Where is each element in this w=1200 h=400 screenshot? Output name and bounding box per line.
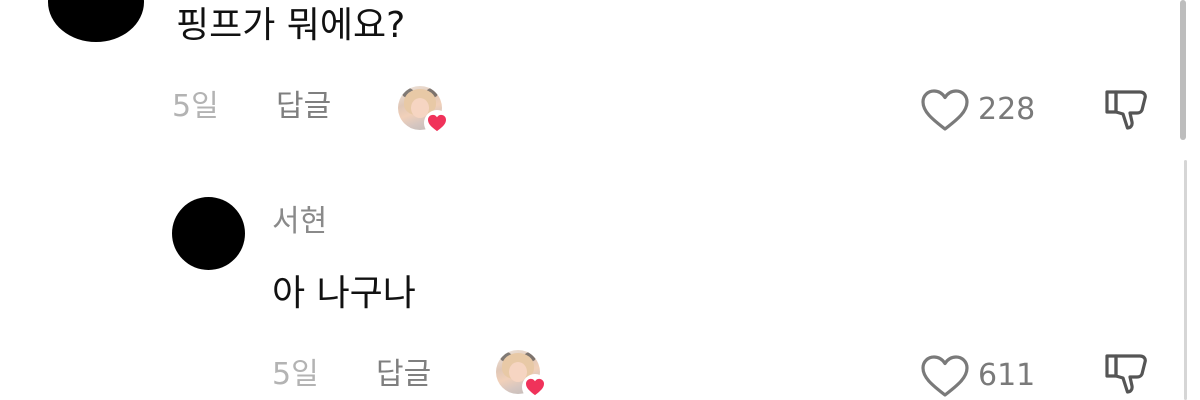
heart-outline-icon: [921, 89, 969, 131]
reply-like-count: 611: [978, 358, 1036, 393]
heart-outline-icon: [921, 355, 969, 397]
reply-comment-time: 5일: [272, 357, 319, 392]
reply-reply-button[interactable]: 답글: [376, 360, 431, 390]
like-count: 228: [978, 92, 1036, 127]
reply-commenter-avatar[interactable]: [172, 197, 245, 270]
comment-text: 핑프가 뭐에요?: [176, 5, 406, 46]
reply-comment-text: 아 나구나: [272, 273, 416, 314]
scrollbar-thumb[interactable]: [1180, 0, 1186, 140]
comment-thread: 핑프가 뭐에요? 5일 답글 228 서현 아 나구나 5일 답글 611: [0, 0, 1200, 400]
creator-liked-heart-icon: [522, 374, 548, 400]
scrollbar-track[interactable]: [1184, 160, 1187, 400]
reply-button[interactable]: 답글: [276, 92, 331, 122]
thumbs-down-outline-icon[interactable]: [1104, 86, 1150, 132]
creator-liked-badge: [398, 86, 450, 136]
commenter-avatar[interactable]: [48, 0, 144, 42]
comment-time: 5일: [172, 89, 219, 124]
reply-creator-liked-badge: [496, 350, 548, 400]
like-button[interactable]: 228: [920, 88, 1035, 132]
reply-username[interactable]: 서현: [272, 207, 327, 237]
reply-like-button[interactable]: 611: [920, 354, 1035, 398]
thumbs-down-outline-icon[interactable]: [1104, 350, 1150, 396]
creator-liked-heart-icon: [424, 110, 450, 136]
